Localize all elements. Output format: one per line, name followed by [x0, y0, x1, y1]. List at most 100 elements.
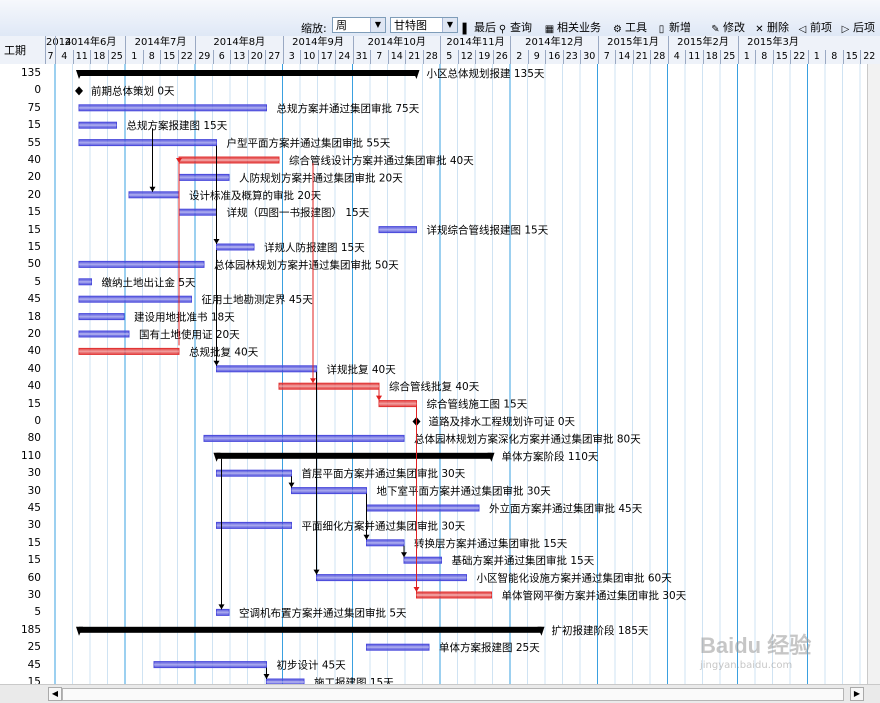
tools-icon: ⚙: [613, 24, 622, 35]
task-duration: 135: [20, 67, 41, 79]
toolbar-button-3[interactable]: ⚙ 工具: [612, 19, 647, 35]
watermark-text: Baidu 经验: [700, 633, 812, 658]
vertical-scrollbar[interactable]: [867, 64, 880, 684]
task-bar-stripe: [216, 524, 292, 527]
toolbar-button-6[interactable]: ✕ 删除: [754, 19, 789, 35]
day-tick: 7: [597, 50, 616, 64]
task-label: 小区总体规划报建 135天: [427, 67, 545, 80]
chevron-down-icon[interactable]: ▼: [442, 18, 457, 32]
day-tick: 22: [860, 50, 878, 64]
task-duration: 15: [27, 119, 41, 132]
delete-icon: ✕: [755, 24, 764, 35]
task-label: 空调机布置方案并通过集团审批 5天: [239, 606, 407, 619]
toolbar-button-label: 最后: [474, 21, 496, 34]
dependency-arrow: [288, 482, 295, 488]
task-duration: 15: [27, 536, 41, 549]
task-bar-stripe: [379, 402, 417, 405]
zoom-label: 缩放:: [301, 22, 327, 35]
toolbar-button-7[interactable]: ◁ 前项: [797, 19, 832, 35]
dependency-arrow: [213, 360, 220, 366]
month-label: 2014年11月: [440, 36, 510, 50]
watermark-url: jingyan.baidu.com: [700, 660, 793, 671]
task-label: 设计标准及概算的审批 20天: [189, 189, 322, 202]
gantt-svg[interactable]: 小区总体规划报建 135天前期总体策划 0天总规方案并通过集团审批 75天总规方…: [45, 64, 868, 684]
day-tick: 7: [370, 50, 388, 64]
dependency-arrow: [263, 674, 270, 679]
scroll-left-icon[interactable]: ◀: [48, 687, 62, 701]
toolbar-button-1[interactable]: ⚲ 查询: [497, 19, 532, 35]
gantt-chart-area[interactable]: 小区总体规划报建 135天 前期总体策划 0天 总规方案并通过集团审批 75天 总规方…: [45, 64, 868, 684]
day-tick: 25: [720, 50, 738, 64]
chevron-down-icon[interactable]: ▼: [370, 18, 385, 32]
day-tick: 1: [737, 50, 756, 64]
task-label: 总规方案报建图 15天: [127, 119, 228, 132]
scroll-right-icon[interactable]: ▶: [850, 687, 864, 701]
task-duration: 25: [27, 641, 41, 654]
timeline-months: 2014年5月2014年6月2014年7月2014年8月2014年9月2014年…: [45, 36, 880, 90]
zoom-value: 周: [336, 19, 347, 32]
task-bar-stripe: [416, 594, 492, 596]
month-label: 2015年3月: [737, 36, 808, 50]
view-select[interactable]: 甘特图 ▼: [390, 17, 458, 33]
edit-icon: ✎: [711, 24, 720, 35]
day-tick: 24: [335, 50, 353, 64]
task-label: 前期总体策划 0天: [91, 84, 175, 97]
task-duration: 20: [27, 328, 41, 340]
day-tick: 15: [842, 50, 861, 64]
task-bar-stripe: [79, 263, 204, 266]
toolbar-button-4[interactable]: ▯ 新增: [656, 19, 691, 35]
task-label: 转换层方案并通过集团审批 15天: [414, 537, 568, 550]
day-tick: 9: [527, 50, 546, 64]
day-tick: 11: [685, 50, 703, 64]
day-tick: 3: [282, 50, 301, 64]
task-duration: 15: [27, 554, 41, 567]
new-icon: ▯: [658, 24, 665, 35]
task-bar-stripe: [179, 176, 229, 179]
task-duration: 40: [27, 362, 41, 375]
month-label: 2014年5月: [45, 36, 72, 90]
day-tick: 22: [790, 50, 808, 64]
dependency-arrow: [310, 378, 316, 384]
day-tick: 14: [387, 50, 406, 64]
task-duration: 15: [27, 676, 41, 684]
task-label: 单体管网平衡方案并通过集团审批 30天: [502, 589, 687, 602]
task-label: 详规批复 40天: [327, 363, 397, 376]
toolbar-button-2[interactable]: ▦ 相关业务: [544, 19, 601, 35]
task-label: 扩初报建阶段 185天: [552, 624, 649, 637]
day-tick: 31: [352, 50, 371, 64]
dependency-arrow: [149, 186, 156, 192]
task-label: 详规（四图一书报建图） 15天: [227, 206, 370, 219]
day-tick: 8: [142, 50, 161, 64]
task-bar-stripe: [79, 141, 217, 144]
task-duration: 110: [20, 449, 41, 462]
scroll-thumb[interactable]: [62, 688, 844, 701]
task-duration: 15: [27, 241, 41, 253]
toolbar-button-8[interactable]: ▷ 后项: [840, 19, 875, 35]
toolbar-button-5[interactable]: ✎ 修改: [710, 19, 745, 35]
toolbar-button-0[interactable]: ▌ 最后: [461, 19, 496, 35]
task-duration: 40: [27, 380, 41, 393]
month-label: 2015年1月: [597, 36, 668, 50]
month-label: 2014年12月: [510, 36, 598, 50]
task-label: 建设用地批准书 18天: [134, 311, 235, 324]
task-duration: 15: [27, 397, 41, 410]
task-duration: 60: [27, 571, 41, 584]
task-bar-stripe: [129, 193, 179, 196]
horizontal-scrollbar[interactable]: ◀ ▶: [0, 684, 880, 703]
task-duration: 5: [34, 606, 41, 619]
task-bar-stripe: [216, 367, 317, 370]
day-tick: 13: [230, 50, 248, 64]
task-duration: 45: [27, 658, 41, 671]
related-icon: ▦: [544, 24, 555, 35]
timeline-days: 7 4 11 18 25 1 8 15 22 29 6 13 20 27 3 10 17 24 31 7 14 21 28 5…: [45, 50, 880, 65]
summary-bar: [79, 70, 417, 76]
task-duration: 40: [27, 345, 41, 358]
task-duration: 15: [27, 223, 41, 236]
toolbar-button-label: 查询: [510, 21, 532, 34]
toolbar-button-label: 修改: [723, 21, 745, 34]
day-tick: 26: [492, 50, 511, 64]
dependency-arrow: [313, 569, 320, 575]
task-duration: 30: [27, 484, 41, 497]
zoom-select[interactable]: 周 ▼: [332, 17, 386, 33]
task-label: 单体方案阶段 110天: [502, 450, 599, 463]
